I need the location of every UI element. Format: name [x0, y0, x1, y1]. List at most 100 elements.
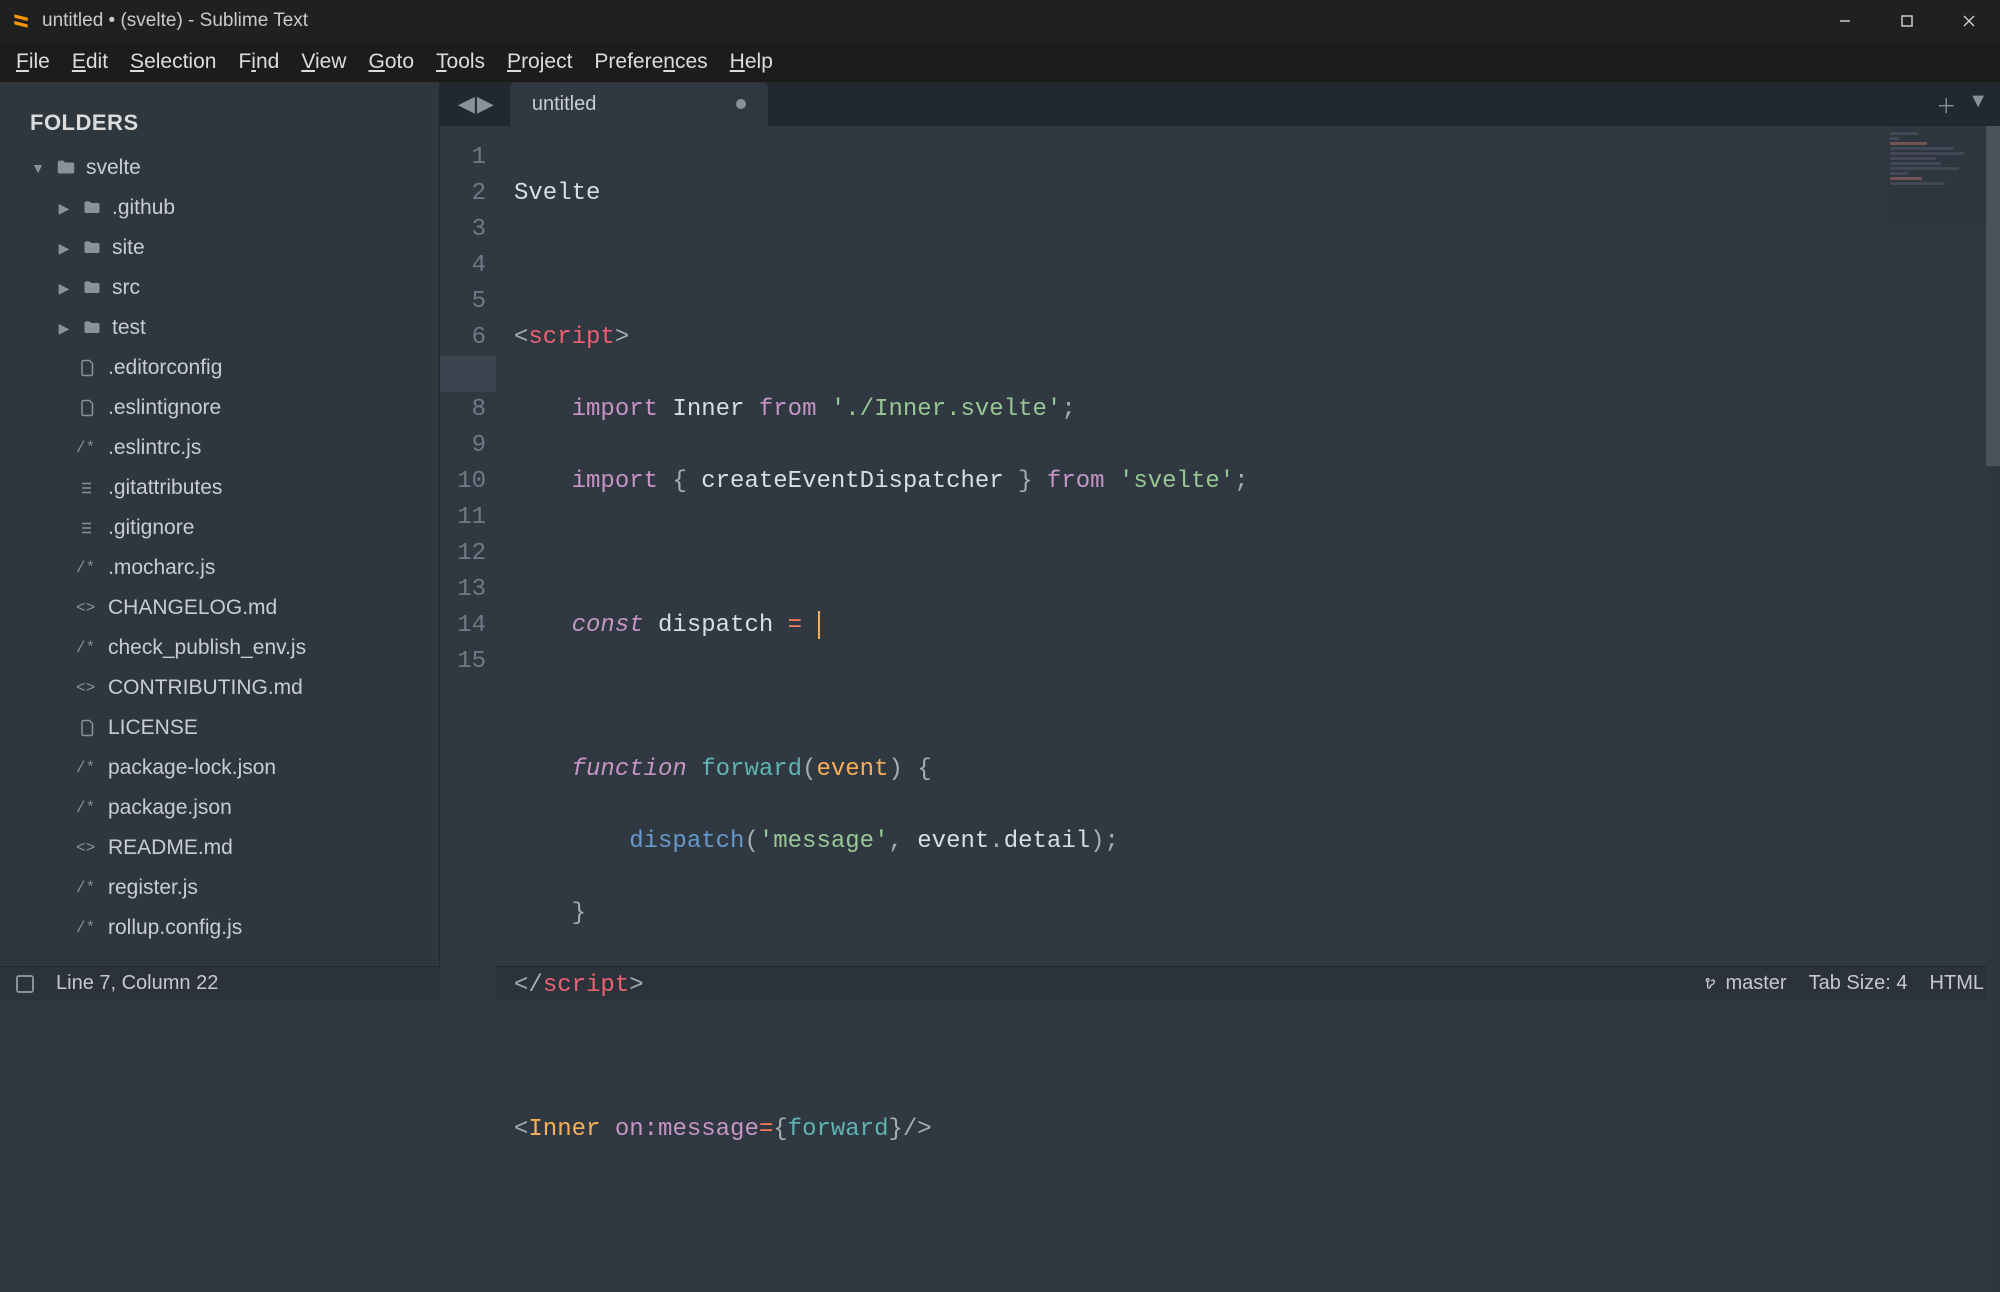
window-controls	[1814, 0, 2000, 42]
file-icon	[76, 356, 100, 380]
tree-file[interactable]: <> CONTRIBUTING.md	[20, 668, 433, 708]
tree-label: CHANGELOG.md	[108, 596, 277, 620]
new-tab-icon[interactable]: ＋	[1936, 90, 1956, 119]
tab-strip: ◀ ▶ untitled ＋ ▼	[440, 82, 2000, 126]
tree-label: .github	[112, 196, 175, 220]
tree-file[interactable]: /* .mocharc.js	[20, 548, 433, 588]
config-file-icon	[76, 516, 100, 540]
folder-tree: ▼ svelte ▶ .github ▶ site ▶ src ▶ test .edit…	[0, 148, 439, 948]
js-file-icon: /*	[76, 759, 100, 777]
tree-label: site	[112, 236, 145, 260]
md-file-icon: <>	[76, 839, 100, 857]
app-icon	[10, 10, 32, 32]
scrollbar-thumb[interactable]	[1986, 126, 2000, 466]
tab-menu-icon[interactable]: ▼	[1968, 90, 1988, 119]
folder-icon	[80, 236, 104, 260]
nav-forward-icon[interactable]: ▶	[477, 91, 494, 117]
tree-file[interactable]: /*package.json	[20, 788, 433, 828]
menu-preferences[interactable]: Preferences	[584, 46, 717, 78]
file-icon	[76, 396, 100, 420]
tab-title: untitled	[532, 93, 597, 116]
window-title: untitled • (svelte) - Sublime Text	[42, 10, 1814, 32]
chevron-down-icon: ▼	[30, 160, 46, 176]
tree-folder[interactable]: ▶ .github	[20, 188, 433, 228]
tree-label: CONTRIBUTING.md	[108, 676, 303, 700]
nav-back-icon[interactable]: ◀	[458, 91, 475, 117]
js-file-icon: /*	[76, 799, 100, 817]
tree-label: check_publish_env.js	[108, 636, 306, 660]
text-cursor	[818, 611, 820, 639]
tree-file[interactable]: <> README.md	[20, 828, 433, 868]
tree-folder[interactable]: ▶ site	[20, 228, 433, 268]
tree-label: src	[112, 276, 140, 300]
tree-label: .eslintrc.js	[108, 436, 201, 460]
tree-file[interactable]: /* rollup.config.js	[20, 908, 433, 948]
maximize-button[interactable]	[1876, 0, 1938, 42]
tree-label: README.md	[108, 836, 233, 860]
folder-icon	[80, 196, 104, 220]
js-file-icon: /*	[76, 559, 100, 577]
tree-file[interactable]: .editorconfig	[20, 348, 433, 388]
menu-file[interactable]: File	[6, 46, 60, 78]
folder-icon	[80, 276, 104, 300]
tree-label: LICENSE	[108, 716, 198, 740]
cursor-position[interactable]: Line 7, Column 22	[56, 972, 218, 995]
sidebar-header: FOLDERS	[0, 100, 439, 148]
menu-help[interactable]: Help	[720, 46, 783, 78]
tree-file[interactable]: .gitignore	[20, 508, 433, 548]
folder-icon	[80, 316, 104, 340]
titlebar: untitled • (svelte) - Sublime Text	[0, 0, 2000, 42]
code-content[interactable]: Svelte <script> import Inner from './Inn…	[496, 126, 2000, 1292]
tree-label: package-lock.json	[108, 756, 276, 780]
dirty-indicator-icon	[736, 99, 746, 109]
sidebar: FOLDERS ▼ svelte ▶ .github ▶ site ▶ src ▶ te…	[0, 82, 440, 966]
tree-file[interactable]: .eslintignore	[20, 388, 433, 428]
tree-folder[interactable]: ▶ src	[20, 268, 433, 308]
panel-toggle-icon[interactable]	[16, 975, 34, 993]
chevron-right-icon: ▶	[56, 280, 72, 297]
tab-nav-arrows: ◀ ▶	[452, 91, 500, 117]
tree-label: .mocharc.js	[108, 556, 215, 580]
tree-label: .gitattributes	[108, 476, 222, 500]
chevron-right-icon: ▶	[56, 320, 72, 337]
menu-edit[interactable]: Edit	[62, 46, 118, 78]
tree-file[interactable]: /* package-lock.json	[20, 748, 433, 788]
tree-file[interactable]: <>CHANGELOG.md	[20, 588, 433, 628]
folder-icon	[54, 156, 78, 180]
file-icon	[76, 716, 100, 740]
close-button[interactable]	[1938, 0, 2000, 42]
tree-file[interactable]: .gitattributes	[20, 468, 433, 508]
md-file-icon: <>	[76, 679, 100, 697]
scrollbar-vertical[interactable]	[1986, 126, 2000, 1292]
tree-label: register.js	[108, 876, 198, 900]
tree-label: .eslintignore	[108, 396, 221, 420]
menu-find[interactable]: Find	[228, 46, 289, 78]
js-file-icon: /*	[76, 919, 100, 937]
tree-file[interactable]: /*register.js	[20, 868, 433, 908]
tree-label: test	[112, 316, 146, 340]
tree-label: .gitignore	[108, 516, 194, 540]
menu-selection[interactable]: Selection	[120, 46, 226, 78]
menubar: File Edit Selection Find View Goto Tools…	[0, 42, 2000, 82]
menu-tools[interactable]: Tools	[426, 46, 495, 78]
tree-folder-root[interactable]: ▼ svelte	[20, 148, 433, 188]
menu-view[interactable]: View	[291, 46, 356, 78]
config-file-icon	[76, 476, 100, 500]
js-file-icon: /*	[76, 639, 100, 657]
tree-label: rollup.config.js	[108, 916, 242, 940]
minimize-button[interactable]	[1814, 0, 1876, 42]
chevron-right-icon: ▶	[56, 240, 72, 257]
tab-active[interactable]: untitled	[510, 82, 769, 126]
tree-folder[interactable]: ▶ test	[20, 308, 433, 348]
js-file-icon: /*	[76, 439, 100, 457]
minimap[interactable]	[1886, 126, 1986, 226]
chevron-right-icon: ▶	[56, 200, 72, 217]
tree-file[interactable]: /* check_publish_env.js	[20, 628, 433, 668]
menu-goto[interactable]: Goto	[358, 46, 424, 78]
editor-body[interactable]: 1 2 3 4 5 6 7 8 9 10 11 12 13 14 15 Svel…	[440, 126, 2000, 1292]
tree-file[interactable]: LICENSE	[20, 708, 433, 748]
line-gutter: 1 2 3 4 5 6 7 8 9 10 11 12 13 14 15	[440, 126, 496, 1292]
tree-file[interactable]: /* .eslintrc.js	[20, 428, 433, 468]
menu-project[interactable]: Project	[497, 46, 582, 78]
editor-area: ◀ ▶ untitled ＋ ▼ 1 2 3 4 5 6 7 8	[440, 82, 2000, 966]
